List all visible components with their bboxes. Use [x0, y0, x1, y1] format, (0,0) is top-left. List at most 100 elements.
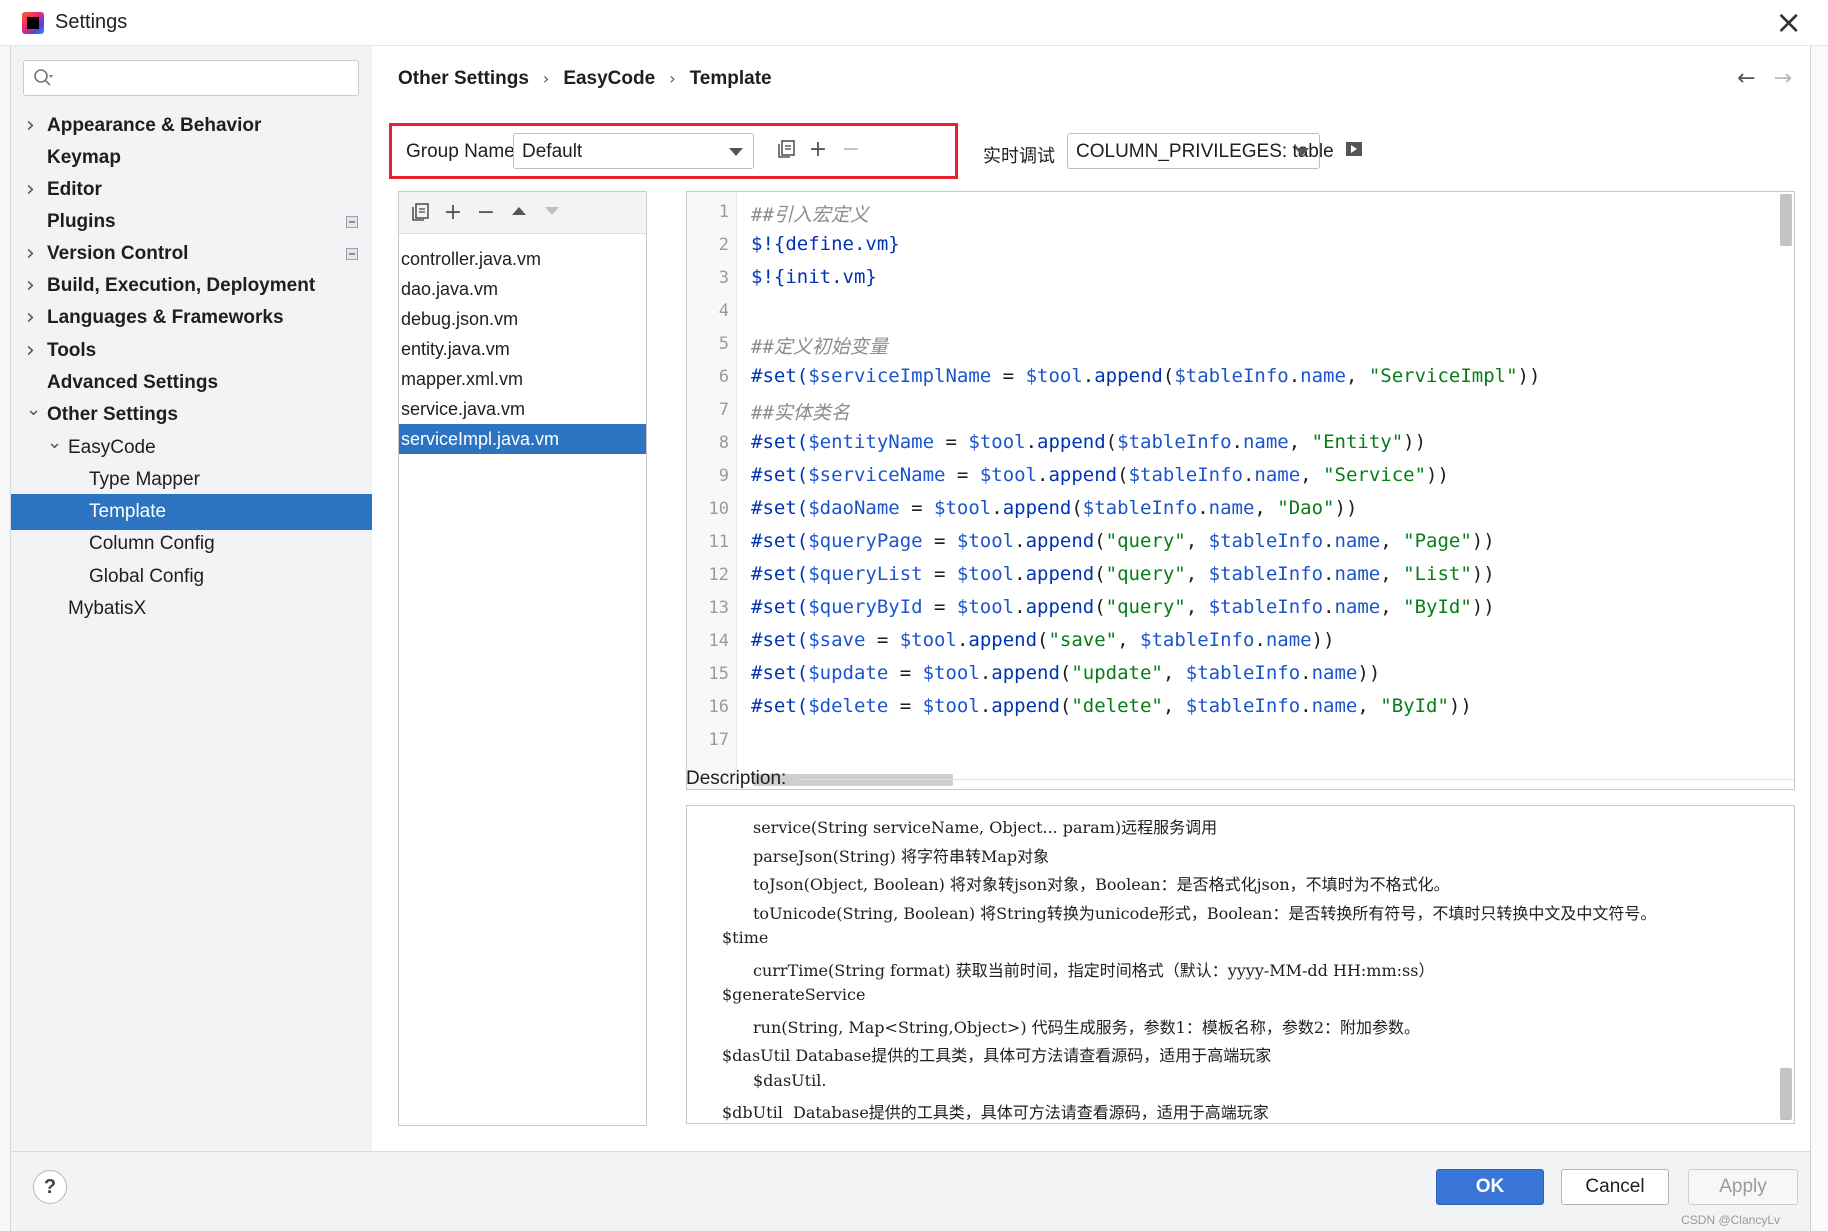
sidebar-item[interactable]: › Tools: [11, 333, 372, 369]
move-up-icon[interactable]: [507, 201, 531, 225]
sidebar-item[interactable]: › Languages & Frameworks: [11, 300, 372, 336]
code-token: $tool: [922, 662, 980, 684]
close-icon[interactable]: ×: [1775, 6, 1802, 38]
code-token: $queryById: [808, 596, 923, 618]
chevron-right-icon[interactable]: ›: [26, 172, 40, 208]
copy-template-icon[interactable]: [408, 201, 432, 225]
code-token: )): [1471, 596, 1495, 618]
chevron-right-icon[interactable]: ›: [26, 300, 40, 336]
line-number: 9: [718, 466, 729, 486]
description-line: toJson(Object, Boolean) 将对象转json对象，Boole…: [753, 875, 1450, 894]
sidebar-item[interactable]: Global Config: [11, 559, 372, 595]
live-debug-select[interactable]: COLUMN_PRIVILEGES: table: [1067, 133, 1334, 169]
code-token: append: [1094, 365, 1163, 387]
line-number: 10: [708, 499, 729, 519]
code-token: name: [1311, 662, 1358, 684]
code-line: #set($save = $tool.append("save", $table…: [751, 629, 1335, 651]
code-token: $!{init.vm}: [751, 266, 877, 288]
breadcrumb-item[interactable]: Other Settings: [398, 68, 529, 89]
template-list-item[interactable]: debug.json.vm: [399, 304, 646, 334]
code-token: =: [945, 464, 980, 486]
editor-vertical-scrollbar[interactable]: [1780, 194, 1792, 246]
code-token: "Dao": [1277, 497, 1335, 519]
code-line: #set($queryPage = $tool.append("query", …: [751, 530, 1495, 552]
group-name-label: Group Name:: [406, 141, 521, 162]
description-line: $dasUtil.: [753, 1070, 827, 1090]
chevron-right-icon[interactable]: ›: [26, 268, 40, 304]
chevron-down-icon[interactable]: ⌄: [26, 392, 41, 428]
sidebar-item[interactable]: › Version Control: [11, 236, 372, 272]
code-token: )): [1403, 431, 1427, 453]
code-token: )): [1357, 662, 1381, 684]
code-token: #set(: [751, 530, 809, 552]
code-token: ,: [1162, 662, 1186, 684]
remove-template-icon[interactable]: −: [474, 201, 498, 225]
chevron-right-icon[interactable]: ›: [26, 333, 40, 369]
sidebar-item[interactable]: Column Config: [11, 526, 372, 562]
add-group-icon[interactable]: +: [806, 138, 830, 162]
cancel-button[interactable]: Cancel: [1561, 1169, 1669, 1205]
code-token: $tool: [922, 695, 980, 717]
sidebar-item[interactable]: Advanced Settings: [11, 365, 372, 401]
remove-group-icon[interactable]: −: [839, 138, 863, 162]
code-token: .: [1014, 530, 1026, 552]
move-down-icon[interactable]: [540, 201, 564, 225]
sidebar-item[interactable]: › Appearance & Behavior: [11, 108, 372, 144]
sidebar-item-label: Global Config: [89, 566, 205, 587]
code-token: .: [956, 629, 969, 651]
code-token: $daoName: [808, 497, 900, 519]
code-token: .: [1014, 596, 1026, 618]
template-list-item[interactable]: service.java.vm: [399, 394, 646, 424]
ok-button[interactable]: OK: [1436, 1169, 1544, 1205]
sidebar-item[interactable]: MybatisX: [11, 591, 372, 627]
description-text-area[interactable]: service(String serviceName, Object... pa…: [686, 805, 1795, 1124]
code-token: )): [1311, 629, 1335, 651]
description-vertical-scrollbar[interactable]: [1780, 1068, 1792, 1120]
template-list-item[interactable]: mapper.xml.vm: [399, 364, 646, 394]
template-list-item[interactable]: entity.java.vm: [399, 334, 646, 364]
template-list-item[interactable]: dao.java.vm: [399, 274, 646, 304]
sidebar-item-label: Tools: [47, 340, 97, 361]
template-list-item[interactable]: controller.java.vm: [399, 244, 646, 274]
chevron-right-icon[interactable]: ›: [26, 236, 40, 272]
copy-group-icon[interactable]: [774, 138, 798, 162]
template-code-editor[interactable]: 1 2 3 4 5 6 7 8 9 10 11 12 13 14 15 16 17 ##引入宏定义 $!{defi…: [686, 191, 1795, 790]
sidebar-item-label: EasyCode: [68, 437, 156, 458]
code-token: name: [1254, 464, 1301, 486]
sidebar-item[interactable]: ⌄ EasyCode: [11, 430, 372, 466]
line-number: 11: [708, 532, 729, 552]
breadcrumb-item[interactable]: EasyCode: [563, 68, 655, 89]
code-token: "ById": [1403, 596, 1472, 618]
run-debug-icon[interactable]: [1342, 139, 1366, 163]
group-name-select[interactable]: Default: [513, 133, 754, 169]
sidebar-item[interactable]: Template: [11, 494, 372, 530]
code-token: "Entity": [1311, 431, 1404, 453]
breadcrumb-item[interactable]: Template: [690, 68, 772, 89]
code-token: ,: [1357, 695, 1381, 717]
window-title: Settings: [55, 11, 128, 33]
line-number: 16: [708, 697, 729, 717]
code-token: )): [1448, 695, 1472, 717]
help-button[interactable]: ?: [33, 1170, 67, 1204]
sidebar-item[interactable]: ⌄ Other Settings: [11, 397, 372, 433]
search-input[interactable]: [23, 60, 359, 96]
sidebar-item[interactable]: › Editor: [11, 172, 372, 208]
forward-arrow-icon[interactable]: →: [1774, 66, 1792, 91]
code-token: .: [1014, 563, 1026, 585]
code-token: $tool: [956, 596, 1015, 618]
sidebar-item-label: Build, Execution, Deployment: [47, 275, 316, 296]
chevron-down-icon[interactable]: ⌄: [47, 425, 62, 461]
code-token: (: [1162, 365, 1175, 387]
back-arrow-icon[interactable]: ←: [1737, 66, 1755, 91]
sidebar-item[interactable]: Plugins: [11, 204, 372, 240]
apply-button[interactable]: Apply: [1688, 1169, 1798, 1205]
template-list-item[interactable]: serviceImpl.java.vm: [399, 424, 646, 454]
sidebar-item[interactable]: › Build, Execution, Deployment: [11, 268, 372, 304]
template-toolbar: + −: [399, 192, 646, 234]
sidebar-item[interactable]: Keymap: [11, 140, 372, 176]
sidebar-item[interactable]: Type Mapper: [11, 462, 372, 498]
add-template-icon[interactable]: +: [441, 201, 465, 225]
code-token: ,: [1300, 464, 1324, 486]
code-token: "save": [1048, 629, 1118, 651]
chevron-right-icon[interactable]: ›: [26, 108, 40, 144]
